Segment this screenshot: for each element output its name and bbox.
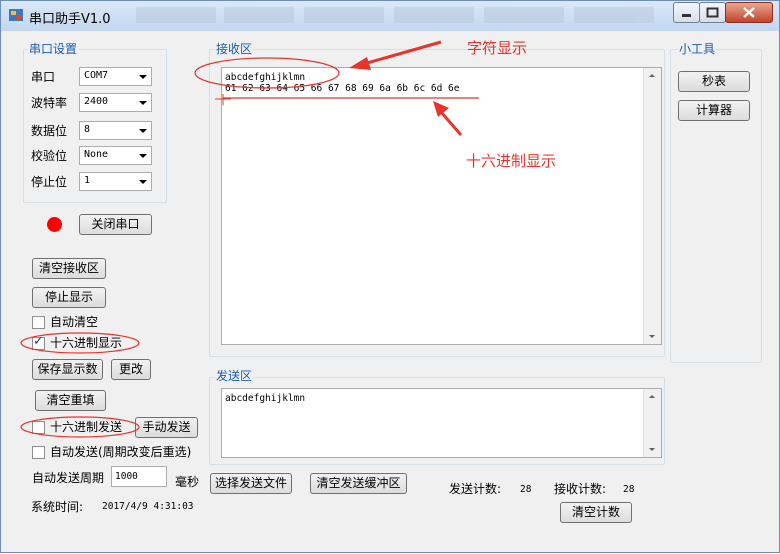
port-label: 串口 (31, 70, 56, 84)
send-textarea[interactable]: abcdefghijklmn (221, 388, 662, 458)
select-file-button[interactable]: 选择发送文件 (210, 473, 292, 494)
app-icon (9, 9, 23, 21)
baud-label: 波特率 (31, 96, 68, 110)
system-time-label: 系统时间: (31, 500, 84, 514)
auto-send-checkbox[interactable] (32, 446, 45, 459)
receive-line-hex: 61 62 63 64 65 66 67 68 69 6a 6b 6c 6d 6… (225, 83, 460, 94)
receive-label: 接收区 (215, 42, 254, 56)
auto-send-period-value: 1000 (115, 471, 138, 482)
auto-send-period-input[interactable]: 1000 (111, 466, 167, 487)
send-scrollbar[interactable] (643, 389, 661, 457)
baud-select[interactable]: 2400 (79, 93, 152, 112)
auto-send-period-label: 自动发送周期 (32, 471, 105, 485)
hex-send-checkbox[interactable] (32, 421, 45, 434)
background-taskbar-strip (136, 5, 656, 27)
ms-label: 毫秒 (175, 475, 200, 489)
baud-value: 2400 (84, 96, 109, 107)
clear-refill-button[interactable]: 清空重填 (35, 390, 106, 411)
char-display-annotation: 字符显示 (467, 39, 528, 57)
tools-group (670, 49, 762, 363)
port-status-indicator (47, 217, 62, 232)
port-value: COM7 (84, 70, 109, 81)
hex-display-annotation: 十六进制显示 (466, 152, 557, 170)
stop-display-button[interactable]: 停止显示 (32, 287, 106, 308)
receive-textarea[interactable]: abcdefghijklmn 61 62 63 64 65 66 67 68 6… (221, 67, 662, 345)
clear-send-buffer-button[interactable]: 清空发送缓冲区 (310, 473, 407, 494)
auto-send-label: 自动发送(周期改变后重选) (50, 445, 192, 459)
scroll-up-icon (649, 74, 655, 77)
title-bar[interactable]: 串口助手V1.0 (1, 1, 779, 31)
databits-select[interactable]: 8 (79, 121, 152, 140)
recv-count-label: 接收计数: (554, 482, 607, 496)
tools-label: 小工具 (678, 42, 717, 56)
app-window: 串口助手V1.0 串口设置 串口 COM7 波特率 2400 数据位 8 校验位… (0, 0, 780, 553)
clear-receive-button[interactable]: 清空接收区 (32, 258, 106, 279)
close-window-button[interactable] (725, 2, 773, 23)
scroll-down-icon (649, 448, 655, 451)
window-title: 串口助手V1.0 (29, 12, 111, 27)
minimize-button[interactable] (673, 2, 700, 23)
hex-send-label: 十六进制发送 (50, 420, 123, 434)
scroll-down-icon (649, 335, 655, 338)
maximize-button[interactable] (699, 2, 726, 23)
receive-scrollbar[interactable] (643, 68, 661, 344)
save-display-button[interactable]: 保存显示数 (32, 359, 103, 380)
close-icon (743, 7, 755, 18)
minimize-icon (682, 14, 691, 17)
databits-label: 数据位 (31, 124, 68, 138)
calculator-button[interactable]: 计算器 (678, 100, 750, 121)
hex-display-label: 十六进制显示 (50, 336, 123, 350)
clear-count-button[interactable]: 清空计数 (560, 502, 632, 523)
stopbits-select[interactable]: 1 (79, 172, 152, 191)
auto-clear-label: 自动清空 (50, 315, 99, 329)
serial-settings-label: 串口设置 (28, 42, 79, 56)
close-port-button[interactable]: 关闭串口 (79, 214, 152, 235)
parity-label: 校验位 (31, 149, 68, 163)
parity-select[interactable]: None (79, 146, 152, 165)
stopbits-value: 1 (84, 175, 91, 186)
manual-send-button[interactable]: 手动发送 (135, 417, 198, 438)
scroll-up-icon (649, 395, 655, 398)
system-time-value: 2017/4/9 4:31:03 (102, 501, 194, 512)
chevron-down-icon (139, 129, 147, 133)
databits-value: 8 (84, 124, 91, 135)
send-count-label: 发送计数: (449, 482, 502, 496)
chevron-down-icon (139, 101, 147, 105)
maximize-icon (706, 7, 719, 18)
change-button[interactable]: 更改 (111, 359, 151, 380)
port-select[interactable]: COM7 (79, 67, 152, 86)
chevron-down-icon (139, 180, 147, 184)
send-text: abcdefghijklmn (225, 393, 306, 404)
auto-clear-checkbox[interactable] (32, 316, 45, 329)
hex-display-checkbox[interactable] (32, 334, 45, 350)
recv-count-value: 28 (623, 484, 635, 495)
chevron-down-icon (139, 75, 147, 79)
send-label: 发送区 (215, 369, 254, 383)
parity-value: None (84, 149, 109, 160)
stopwatch-button[interactable]: 秒表 (678, 71, 750, 92)
chevron-down-icon (139, 154, 147, 158)
send-count-value: 28 (520, 484, 532, 495)
stopbits-label: 停止位 (31, 175, 68, 189)
